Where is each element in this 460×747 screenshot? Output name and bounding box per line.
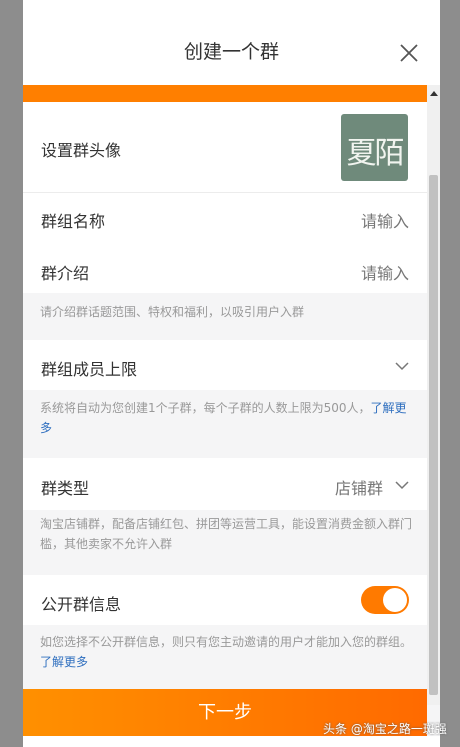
public-info-hint: 如您选择不公开群信息，则只有您主动邀请的用户才能加入您的群组。了解更多: [40, 632, 412, 672]
member-limit-hint-text: 系统将自动为您创建1个子群，每个子群的人数上限为500人，: [40, 401, 371, 415]
avatar-image-text: 夏陌: [346, 136, 405, 171]
dialog-header: 创建一个群: [23, 0, 440, 85]
group-name-row[interactable]: 群组名称 请输入: [23, 193, 427, 243]
avatar-label: 设置群头像: [41, 141, 122, 160]
group-type-row[interactable]: 群类型 店铺群: [23, 458, 427, 510]
group-name-input[interactable]: 请输入: [361, 208, 409, 232]
toggle-knob: [383, 588, 407, 612]
group-type-label: 群类型: [41, 479, 90, 498]
group-name-label: 群组名称: [41, 212, 106, 231]
member-limit-hint: 系统将自动为您创建1个子群，每个子群的人数上限为500人，了解更多: [40, 398, 412, 438]
public-info-label: 公开群信息: [41, 595, 122, 614]
scrollbar[interactable]: [427, 85, 440, 705]
intro-row[interactable]: 群介绍 请输入: [23, 243, 427, 293]
intro-input[interactable]: 请输入: [361, 260, 409, 284]
scrollbar-thumb[interactable]: [429, 175, 438, 695]
group-type-value[interactable]: 店铺群: [335, 475, 383, 499]
group-type-hint: 淘宝店铺群，配备店铺红包、拼团等运营工具，能设置消费金额入群门槛，其他卖家不允许…: [40, 517, 413, 551]
intro-label: 群介绍: [41, 264, 90, 283]
chevron-down-icon[interactable]: [395, 477, 409, 491]
dialog-title: 创建一个群: [183, 41, 279, 63]
public-info-toggle[interactable]: [361, 586, 409, 614]
member-limit-label: 群组成员上限: [41, 360, 138, 379]
watermark: 头条 @淘宝之路一斑强: [323, 722, 447, 736]
intro-hint: 请介绍群话题范围、特权和福利，以吸引用户入群: [40, 305, 305, 319]
create-group-dialog: 创建一个群 设置群头像 夏陌 群组名称 请输入 群介绍 请输入 请介绍群话题范围…: [23, 0, 440, 747]
chevron-down-icon[interactable]: [395, 358, 409, 372]
scroll-up-arrow-icon[interactable]: [430, 91, 438, 96]
bottom-strip: [23, 736, 440, 747]
avatar-row[interactable]: 设置群头像 夏陌: [23, 102, 427, 192]
public-info-row[interactable]: 公开群信息: [23, 575, 427, 625]
public-info-learn-more-link[interactable]: 了解更多: [40, 655, 88, 669]
group-avatar[interactable]: 夏陌: [341, 114, 408, 181]
close-icon[interactable]: [400, 44, 418, 62]
form-scroll-area[interactable]: 设置群头像 夏陌 群组名称 请输入 群介绍 请输入 请介绍群话题范围、特权和福利…: [23, 102, 427, 690]
public-info-hint-text: 如您选择不公开群信息，则只有您主动邀请的用户才能加入您的群组。: [40, 635, 413, 649]
header-accent-band: [23, 85, 427, 102]
member-limit-row[interactable]: 群组成员上限: [23, 340, 427, 390]
